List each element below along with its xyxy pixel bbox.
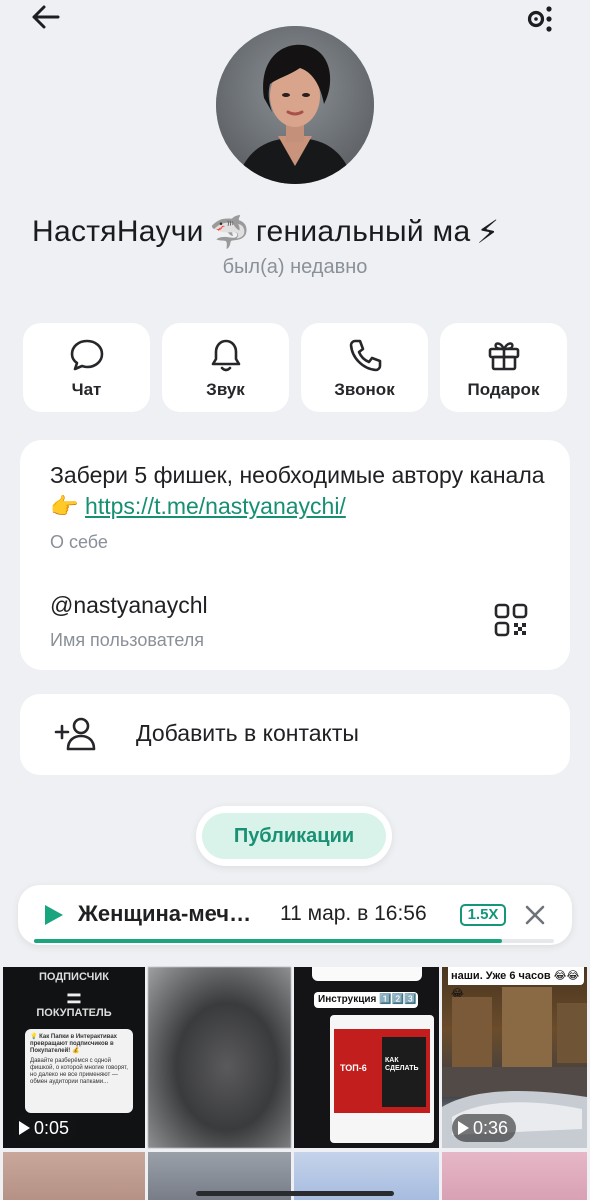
lightning-emoji-icon: ⚡ [476,214,500,250]
track-time: 11 мар. в 16:56 [280,902,427,925]
call-button[interactable]: Звонок [301,323,428,412]
chat-button[interactable]: Чат [23,323,150,412]
video-duration-badge: 0:36 [452,1114,517,1142]
video-duration: 0:36 [473,1118,509,1138]
media-grid: ПОДПИСЧИК = ПОКУПАТЕЛЬ 💡 Как Папки в Инт… [0,967,590,1200]
tile-text-top: ПОДПИСЧИК [39,971,109,983]
tile-top-strip [312,967,422,981]
tile-red-banner: ТОП-6 КАК СДЕЛАТЬ [334,1029,430,1113]
play-small-icon [19,1121,30,1135]
tile-post-body: Давайте разберёмся с одной фишкой, о кот… [30,1058,128,1085]
playback-speed-button[interactable]: 1.5X [460,904,506,926]
add-person-icon [54,717,96,751]
tile-dark-text: КАК СДЕЛАТЬ [385,1057,419,1072]
sound-button-label: Звук [206,380,245,399]
shark-emoji-icon: 🦈 [209,214,250,250]
profile-avatar[interactable] [216,26,374,184]
sound-button[interactable]: Звук [162,323,289,412]
add-contact-label: Добавить в контакты [136,720,359,746]
profile-info-card: Забери 5 фишек, необходимые автору канал… [20,440,570,670]
call-button-label: Звонок [334,380,395,399]
bio-link[interactable]: https://t.me/nastyanaychi/ [85,493,346,519]
media-tile[interactable] [3,1152,145,1200]
tile-dark-panel: КАК СДЕЛАТЬ [382,1037,426,1107]
media-tile[interactable]: наши. Уже 6 часов 😂😂😂 0:36 [442,967,587,1148]
media-tile[interactable] [442,1152,587,1200]
tile-post-heading: 💡 Как Папки в Интерактивах превращают по… [30,1034,117,1054]
avatar-photo [216,26,374,184]
tile-post-preview: ТОП-6 КАК СДЕЛАТЬ [330,1015,434,1143]
tile-header-text: Инструкция 1️⃣2️⃣3️⃣ [314,992,418,1008]
last-seen-status: был(а) недавно [222,256,368,278]
gift-button-label: Подарок [467,380,540,399]
track-title: Женщина-меч… [78,901,252,926]
media-tile[interactable] [148,967,291,1148]
back-button[interactable] [28,2,64,32]
video-duration-badge: 0:05 [13,1114,78,1142]
username-caption: Имя пользователя [50,630,205,650]
profile-name: НастяНаучи 🦈 гениальный ма ⚡ [32,212,562,252]
media-tile[interactable]: ПОДПИСЧИК = ПОКУПАТЕЛЬ 💡 Как Папки в Инт… [3,967,145,1148]
more-options-button[interactable] [524,2,558,32]
media-tile[interactable]: Инструкция 1️⃣2️⃣3️⃣ ТОП-6 КАК СДЕЛАТЬ [294,967,439,1148]
player-progress-fill [34,939,502,943]
chat-button-label: Чат [71,380,102,399]
username[interactable]: @nastyanaychl [50,592,208,619]
tab-publications[interactable]: Публикации [202,813,386,859]
video-duration: 0:05 [34,1118,70,1138]
qr-code-button[interactable] [494,603,528,637]
publications-tab-container: Публикации [196,806,392,866]
player-progress-track[interactable] [34,939,554,943]
qr-code-icon [494,603,528,637]
tile-banner-text: ТОП-6 [340,1063,367,1073]
chat-bubble-icon [70,339,104,371]
tile-text-bottom: ПОКУПАТЕЛЬ [36,1007,112,1019]
profile-name-tail: гениальный ма [255,215,471,248]
add-contact-button[interactable]: Добавить в контакты [20,694,570,775]
gift-icon [488,342,520,371]
audio-player[interactable]: Женщина-меч… 11 мар. в 16:56 1.5X [18,885,572,945]
bio-caption: О себе [50,532,108,552]
profile-actions: Чат Звук Звонок Подарок [23,323,568,412]
play-small-icon [458,1121,469,1135]
more-options-icon [527,6,552,32]
bio-text: Забери 5 фишек, необходимые автору канал… [50,460,550,522]
phone-icon [349,339,382,372]
gift-button[interactable]: Подарок [440,323,567,412]
arrow-left-icon [32,5,60,29]
close-icon[interactable] [523,903,547,927]
play-icon[interactable] [42,903,66,927]
bell-icon [211,339,241,372]
tile-post-preview: 💡 Как Папки в Интерактивах превращают по… [25,1029,133,1113]
home-indicator[interactable] [196,1191,394,1196]
profile-name-text: НастяНаучи [32,215,204,248]
